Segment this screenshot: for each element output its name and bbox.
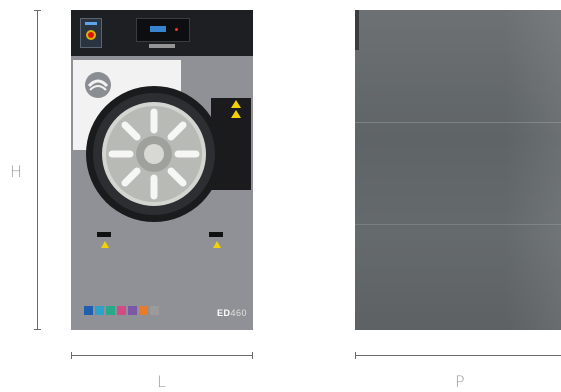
brand-logo — [149, 44, 175, 48]
height-label: H — [10, 162, 23, 181]
program-icon — [117, 306, 126, 315]
lint-door-handle-left[interactable] — [97, 232, 111, 237]
program-icon — [139, 306, 148, 315]
depth-dimension-tick-left — [355, 352, 356, 359]
power-indicator-icon — [85, 22, 97, 25]
program-icons-strip — [84, 306, 159, 315]
model-number: 460 — [230, 308, 247, 318]
length-dimension-line — [71, 355, 253, 356]
length-label: L — [157, 372, 166, 391]
program-icon — [128, 306, 137, 315]
model-prefix: ED — [216, 308, 231, 318]
program-icon — [95, 306, 104, 315]
digital-readout — [150, 26, 166, 32]
emergency-stop-button[interactable] — [86, 30, 96, 40]
program-icon — [150, 306, 159, 315]
status-led-icon — [175, 28, 178, 31]
warning-label-right-icon — [213, 241, 221, 248]
dryer-side-view — [355, 10, 561, 330]
side-panel-highlight — [505, 10, 561, 330]
warning-label-left-icon — [101, 241, 109, 248]
height-dimension-tick-bottom — [34, 329, 41, 330]
depth-dimension-line — [355, 355, 561, 356]
emergency-stop-panel — [80, 18, 102, 48]
height-dimension-line — [37, 10, 38, 330]
side-panel-top-edge — [355, 10, 359, 50]
program-icon — [84, 306, 93, 315]
display-screen — [136, 18, 190, 42]
height-dimension-tick-top — [34, 10, 41, 11]
control-panel — [71, 10, 253, 56]
model-label: ED460 — [217, 308, 247, 318]
dryer-front-view: ED460 — [71, 10, 253, 330]
lint-door-handle-right[interactable] — [209, 232, 223, 237]
depth-label: P — [455, 372, 465, 391]
length-dimension-tick-right — [252, 352, 253, 359]
program-icon — [106, 306, 115, 315]
dryer-door[interactable] — [71, 72, 253, 222]
warning-label-icon — [231, 100, 241, 118]
length-dimension-tick-left — [71, 352, 72, 359]
